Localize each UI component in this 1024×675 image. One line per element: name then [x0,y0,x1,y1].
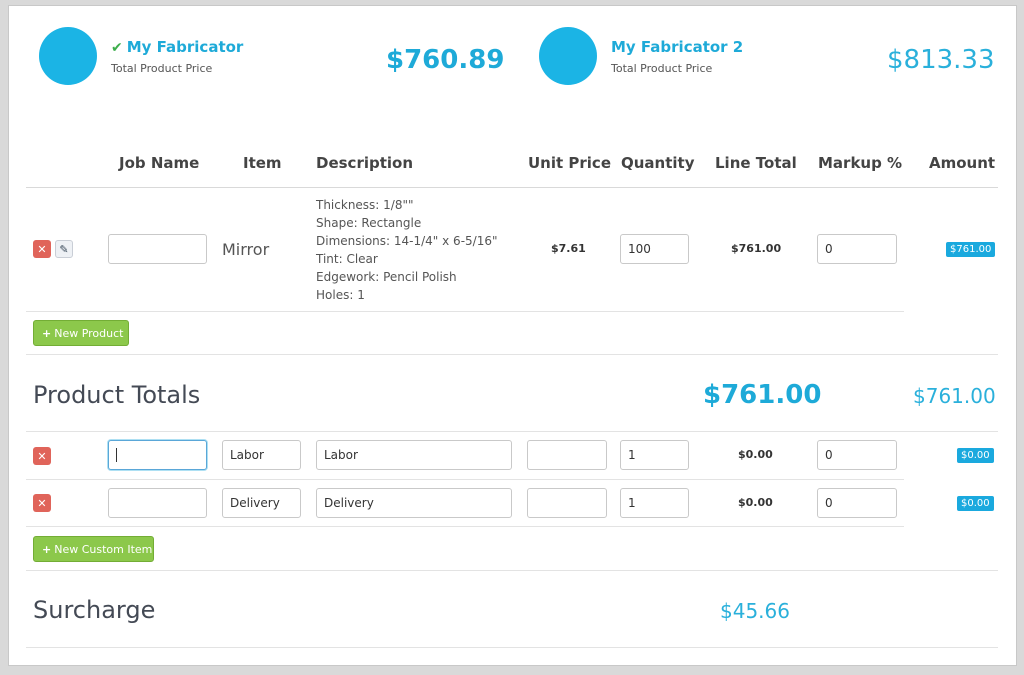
custom-line-total: $0.00 [738,496,773,509]
custom-description-input[interactable]: Delivery [316,488,512,518]
section-divider [26,354,998,355]
product-amount-badge: $761.00 [946,242,996,257]
header-job-name: Job Name [119,154,200,172]
custom-line-total: $0.00 [738,448,773,461]
description-line: Thickness: 1/8"" [316,198,414,212]
close-icon: ✕ [37,496,47,510]
surcharge-value: $45.66 [720,599,790,623]
product-markup-input[interactable]: 0 [817,234,897,264]
header-unit-price: Unit Price [528,154,611,172]
check-icon: ✔ [111,40,123,56]
section-divider [26,570,998,571]
quote-panel [8,5,1017,666]
custom-unit-price-input[interactable] [527,440,607,470]
fabricator-2-subtitle: Total Product Price [611,62,713,75]
product-job-name-input[interactable] [108,234,207,264]
description-line: Dimensions: 14-1/4" x 6-5/16" [316,234,498,248]
custom-unit-price-input[interactable] [527,488,607,518]
custom-amount-badge: $0.00 [957,496,994,511]
section-divider [26,647,998,648]
new-product-button[interactable]: + New Product [33,320,129,346]
description-line: Tint: Clear [316,252,378,266]
delete-custom-item-button[interactable]: ✕ [33,494,51,512]
new-custom-item-button[interactable]: + New Custom Item [33,536,154,562]
custom-markup-input[interactable]: 0 [817,488,897,518]
fabricator-2-avatar[interactable] [539,27,597,85]
product-item: Mirror [222,240,270,259]
close-icon: ✕ [37,449,47,463]
custom-markup-input[interactable]: 0 [817,440,897,470]
fabricator-1-name[interactable]: ✔ My Fabricator [111,38,243,56]
header-markup: Markup % [818,154,903,172]
product-line-total: $761.00 [731,242,782,255]
custom-quantity-input[interactable]: 1 [620,488,689,518]
product-totals-label: Product Totals [33,381,201,409]
surcharge-label: Surcharge [33,596,156,624]
header-line-total: Line Total [715,154,797,172]
custom-job-name-input[interactable] [108,440,207,470]
custom-amount-badge: $0.00 [957,448,994,463]
edit-product-button[interactable]: ✎ [55,240,73,258]
custom-item-input[interactable]: Delivery [222,488,301,518]
custom-item-input[interactable]: Labor [222,440,301,470]
fabricator-2-name[interactable]: My Fabricator 2 [611,38,743,56]
row-divider [26,479,904,480]
custom-job-name-input[interactable] [108,488,207,518]
text-cursor [116,448,117,462]
custom-quantity-input[interactable]: 1 [620,440,689,470]
description-line: Holes: 1 [316,288,365,302]
header-quantity: Quantity [621,154,695,172]
product-quantity-input[interactable]: 100 [620,234,689,264]
fabricator-2-price: $813.33 [887,45,995,75]
plus-icon: + [42,326,52,340]
custom-description-input[interactable]: Labor [316,440,512,470]
pencil-icon: ✎ [59,242,69,256]
product-unit-price: $7.61 [551,242,586,255]
fabricator-1-avatar[interactable] [39,27,97,85]
header-item: Item [243,154,282,172]
delete-custom-item-button[interactable]: ✕ [33,447,51,465]
description-line: Shape: Rectangle [316,216,422,230]
fabricator-1-subtitle: Total Product Price [111,62,213,75]
section-divider [26,431,998,432]
product-description: Thickness: 1/8"" Shape: Rectangle Dimens… [316,196,498,304]
description-line: Edgework: Pencil Polish [316,270,457,284]
product-totals-bold: $761.00 [703,380,822,410]
header-description: Description [316,154,414,172]
row-divider [26,311,904,312]
close-icon: ✕ [37,242,47,256]
header-divider [26,187,998,188]
header-amount: Amount [929,154,996,172]
fabricator-1-price: $760.89 [386,45,505,75]
row-divider [26,526,904,527]
delete-product-button[interactable]: ✕ [33,240,51,258]
plus-icon: + [42,542,52,556]
product-totals-light: $761.00 [913,384,996,408]
